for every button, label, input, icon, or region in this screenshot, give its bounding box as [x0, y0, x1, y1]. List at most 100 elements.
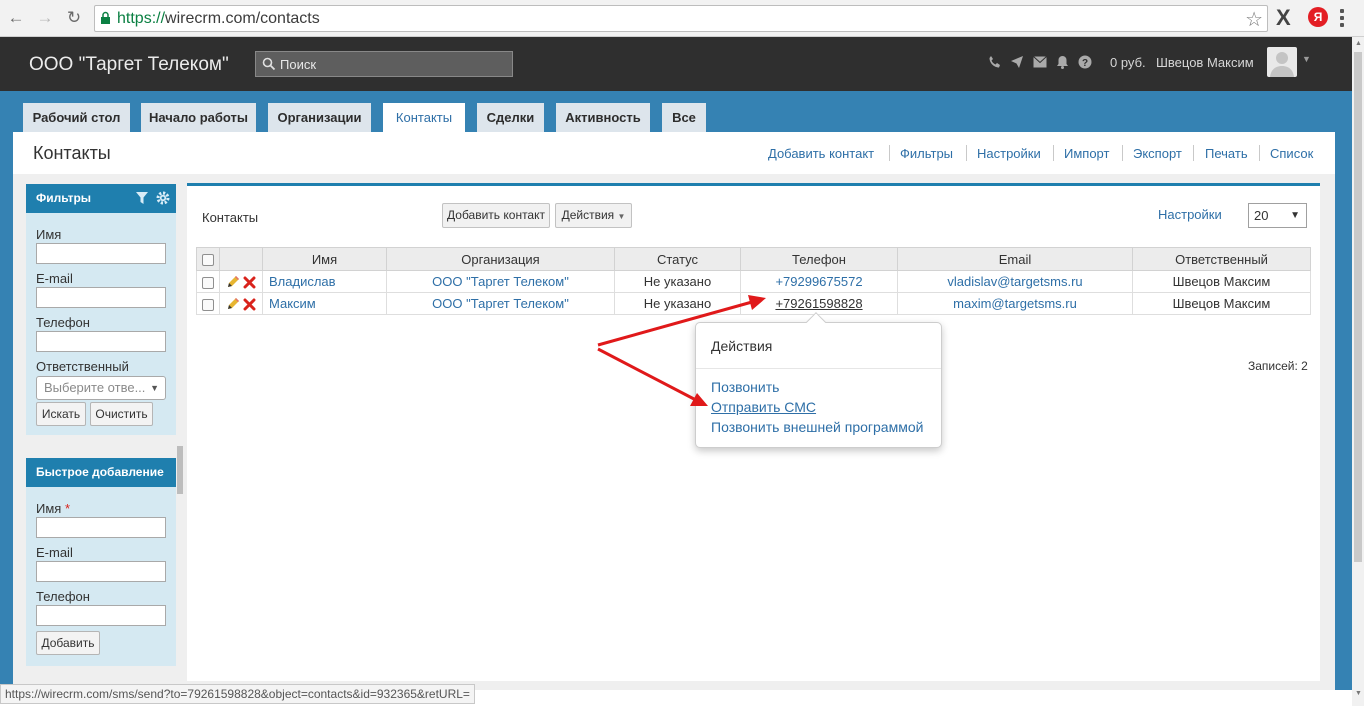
responsible-select[interactable]: Выберите отве... ▼	[36, 376, 166, 400]
yandex-extension-icon[interactable]: Я	[1308, 7, 1328, 27]
contact-name-link[interactable]: Максим	[269, 296, 316, 311]
import-link[interactable]: Импорт	[1064, 146, 1109, 161]
filter-clear-button[interactable]: Очистить	[90, 402, 153, 426]
quick-name-text: Имя	[36, 501, 62, 516]
main-nav: Рабочий стол Начало работы Организации К…	[0, 91, 1352, 132]
select-all-checkbox[interactable]	[202, 254, 214, 267]
settings-link[interactable]: Настройки	[977, 146, 1041, 161]
phone-actions-popover: Действия Позвонить Отправить СМС Позвони…	[695, 312, 942, 448]
send-icon[interactable]	[1010, 55, 1024, 69]
search-input[interactable]: Поиск	[255, 51, 513, 77]
add-contact-link[interactable]: Добавить контакт	[768, 146, 874, 161]
row-checkbox[interactable]	[202, 276, 214, 289]
browser-menu-icon[interactable]	[1340, 9, 1344, 30]
quick-phone-field[interactable]	[36, 605, 166, 626]
phone-link-hovered[interactable]: +79261598828	[775, 296, 862, 311]
window-scrollbar[interactable]: ▲ ▼	[1352, 37, 1364, 706]
call-link[interactable]: Позвонить	[711, 379, 779, 395]
filter-phone-label: Телефон	[36, 315, 90, 330]
phone-icon[interactable]	[988, 55, 1002, 69]
owner-cell: Швецов Максим	[1132, 292, 1311, 315]
chevron-down-icon: ▼	[617, 212, 626, 221]
reload-icon[interactable]: ↻	[64, 8, 84, 28]
column-header-phone[interactable]: Телефон	[740, 247, 898, 271]
quick-add-header: Быстрое добавление	[26, 458, 176, 487]
email-link[interactable]: vladislav@targetsms.ru	[947, 274, 1082, 289]
filter-name-field[interactable]	[36, 243, 166, 264]
quick-name-field[interactable]	[36, 517, 166, 538]
filter-search-button[interactable]: Искать	[36, 402, 86, 426]
actions-dropdown-button[interactable]: Действия ▼	[555, 203, 632, 228]
balance-text[interactable]: 0 руб.	[1110, 55, 1146, 70]
help-icon[interactable]: ?	[1078, 55, 1092, 69]
tab-organizations[interactable]: Организации	[268, 103, 371, 132]
bell-icon[interactable]	[1056, 55, 1069, 69]
contact-name-cell: Владислав	[262, 270, 387, 293]
column-header-org[interactable]: Организация	[386, 247, 615, 271]
url-text: https://wirecrm.com/contacts	[117, 10, 320, 28]
print-link[interactable]: Печать	[1205, 146, 1248, 161]
tab-activity[interactable]: Активность	[556, 103, 650, 132]
delete-icon[interactable]	[243, 298, 256, 311]
filter-email-field[interactable]	[36, 287, 166, 308]
delete-icon[interactable]	[243, 276, 256, 289]
avatar[interactable]	[1267, 47, 1297, 77]
column-header-status[interactable]: Статус	[614, 247, 741, 271]
column-header-owner[interactable]: Ответственный	[1132, 247, 1311, 271]
sidebar-scrollbar[interactable]	[177, 446, 183, 494]
edit-pencil-icon[interactable]	[226, 297, 240, 311]
back-arrow-icon[interactable]: ←	[6, 8, 26, 28]
tab-deals[interactable]: Сделки	[477, 103, 544, 132]
filter-responsible-label: Ответственный	[36, 359, 129, 374]
tab-getting-started[interactable]: Начало работы	[141, 103, 256, 132]
column-header-name[interactable]: Имя	[262, 247, 387, 271]
company-title: ООО "Таргет Телеком"	[29, 54, 229, 75]
add-contact-button[interactable]: Добавить контакт	[442, 203, 550, 228]
edit-pencil-icon[interactable]	[226, 275, 240, 289]
scrollbar-thumb[interactable]	[1354, 52, 1362, 562]
row-checkbox[interactable]	[202, 298, 214, 311]
column-header-email[interactable]: Email	[897, 247, 1133, 271]
bookmark-star-icon[interactable]: ☆	[1245, 7, 1263, 32]
scroll-up-icon[interactable]: ▲	[1355, 40, 1362, 47]
scroll-down-icon[interactable]: ▼	[1355, 690, 1362, 697]
filter-phone-field[interactable]	[36, 331, 166, 352]
tab-contacts[interactable]: Контакты	[383, 103, 465, 132]
responsible-placeholder: Выберите отве...	[44, 380, 146, 395]
list-link[interactable]: Список	[1270, 146, 1313, 161]
email-link[interactable]: maxim@targetsms.ru	[953, 296, 1077, 311]
page-size-select[interactable]: 20 ▼	[1248, 203, 1307, 228]
filters-link[interactable]: Фильтры	[900, 146, 953, 161]
select-all-cell	[196, 247, 220, 271]
row-select-cell	[196, 270, 220, 293]
actions-column-header	[219, 247, 263, 271]
quick-add-button[interactable]: Добавить	[36, 631, 100, 655]
chevron-down-icon[interactable]: ▼	[1302, 54, 1311, 64]
org-link[interactable]: ООО "Таргет Телеком"	[432, 274, 569, 289]
filters-panel: Фильтры Имя E-mail Телефон Ответственный…	[26, 184, 176, 435]
url-scheme: https://	[117, 10, 166, 27]
export-link[interactable]: Экспорт	[1133, 146, 1182, 161]
gear-icon[interactable]	[156, 191, 170, 205]
send-sms-link[interactable]: Отправить СМС	[711, 399, 816, 415]
mail-icon[interactable]	[1033, 56, 1047, 68]
table-settings-link[interactable]: Настройки	[1158, 207, 1222, 222]
phone-link[interactable]: +79299675572	[775, 274, 862, 289]
tab-all[interactable]: Все	[662, 103, 706, 132]
status-cell: Не указано	[614, 270, 741, 293]
panel-title: Контакты	[202, 210, 259, 225]
address-bar[interactable]: https://wirecrm.com/contacts ☆	[94, 5, 1268, 32]
filters-title: Фильтры	[36, 191, 92, 205]
user-name[interactable]: Швецов Максим	[1156, 55, 1254, 70]
quick-add-title: Быстрое добавление	[36, 465, 164, 479]
filter-icon[interactable]	[136, 192, 148, 204]
org-cell: ООО "Таргет Телеком"	[386, 292, 615, 315]
org-link[interactable]: ООО "Таргет Телеком"	[432, 296, 569, 311]
quick-email-field[interactable]	[36, 561, 166, 582]
forward-arrow-icon[interactable]: →	[35, 8, 55, 28]
contact-name-link[interactable]: Владислав	[269, 274, 336, 289]
tab-desktop[interactable]: Рабочий стол	[23, 103, 130, 132]
extension-x-icon[interactable]: X	[1276, 5, 1291, 31]
call-external-link[interactable]: Позвонить внешней программой	[711, 419, 923, 435]
search-placeholder: Поиск	[280, 57, 317, 72]
